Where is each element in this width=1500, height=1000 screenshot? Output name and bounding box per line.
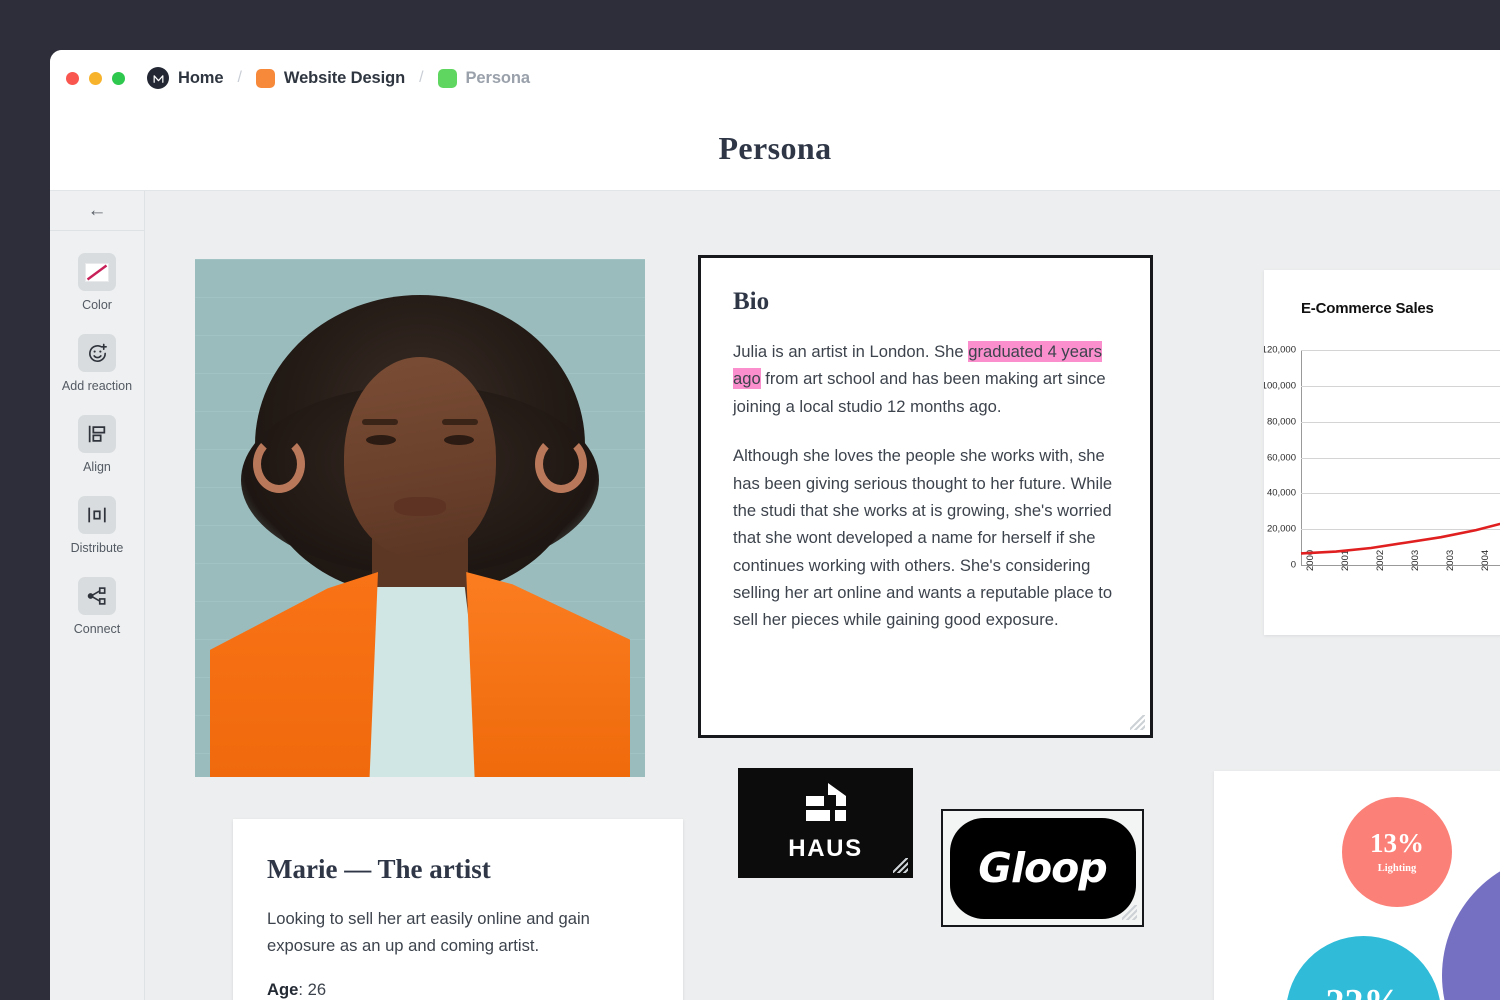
chart-gridline xyxy=(1301,565,1500,566)
color-swatch-icon xyxy=(78,253,116,291)
align-icon xyxy=(78,415,116,453)
breadcrumb-swatch-green xyxy=(437,68,457,88)
emoji-plus-icon xyxy=(78,334,116,372)
persona-photo-card[interactable] xyxy=(195,259,645,777)
resize-handle[interactable] xyxy=(893,858,908,873)
sidebar-tool-add-reaction[interactable]: Add reaction xyxy=(50,334,144,393)
bubble-bedding-percent: 22% xyxy=(1326,984,1402,1000)
breadcrumb-separator: / xyxy=(419,69,424,86)
portrait-earring-left xyxy=(253,435,305,493)
portrait-brow-left xyxy=(362,419,398,425)
bubble-lighting: 13% Lighting xyxy=(1342,797,1452,907)
breadcrumb-item-home[interactable]: Home xyxy=(147,67,224,89)
chart-y-tick-label: 60,000 xyxy=(1266,452,1296,463)
chart-title: E-Commerce Sales xyxy=(1301,300,1434,317)
breadcrumb-item-website-design[interactable]: Website Design xyxy=(255,68,406,88)
back-arrow-icon: ← xyxy=(87,200,107,221)
bio-heading: Bio xyxy=(733,288,770,315)
breadcrumb-label-website-design: Website Design xyxy=(283,68,406,87)
chart-y-tick-label: 100,000 xyxy=(1264,380,1296,392)
portrait-brow-right xyxy=(442,419,478,425)
breadcrumb-swatch-orange xyxy=(255,68,275,88)
bio-paragraph-2: Although she loves the people she works … xyxy=(733,446,1113,630)
bio-card[interactable]: Bio Julia is an artist in London. She gr… xyxy=(698,255,1153,738)
app-window: Home / Website Design / Persona Persona … xyxy=(50,50,1500,1000)
breadcrumb: Home / Website Design / Persona xyxy=(147,67,530,89)
gloop-wordmark: Gloop xyxy=(978,844,1107,892)
marie-title: Marie — The artist xyxy=(267,854,491,884)
traffic-light-buttons xyxy=(66,71,125,85)
page-title: Persona xyxy=(718,129,832,166)
gloop-logo-shape: Gloop xyxy=(949,817,1136,919)
portrait-lips xyxy=(394,497,446,516)
resize-handle[interactable] xyxy=(1130,715,1145,730)
marie-fact-age-label: Age xyxy=(267,979,299,999)
bio-paragraph-1: Julia is an artist in London. She gradua… xyxy=(733,338,1118,420)
haus-logo-card[interactable]: HAUS xyxy=(738,768,913,878)
page-title-bar: Persona xyxy=(50,106,1500,190)
sidebar-tool-label-distribute: Distribute xyxy=(70,541,124,555)
haus-wordmark: HAUS xyxy=(788,835,863,862)
popular-categories-infographic-card[interactable]: 6 Ar 13% Lighting 22% Bedding The 3 most… xyxy=(1214,771,1500,1000)
close-window-button[interactable] xyxy=(66,71,79,85)
chart-y-tick-label: 40,000 xyxy=(1266,487,1296,499)
breadcrumb-label-home: Home xyxy=(178,68,224,87)
chart-plot-area: 0 20,000 40,000 60,000 80,000 100,000 120,000 … xyxy=(1264,345,1500,571)
gloop-logo-card[interactable]: Gloop xyxy=(941,809,1144,927)
chart-series-line xyxy=(1300,522,1500,555)
distribute-icon xyxy=(78,496,116,534)
marie-persona-card[interactable]: Marie — The artist Looking to sell her a… xyxy=(233,819,683,1000)
portrait-earring-right xyxy=(535,435,587,493)
bubble-lighting-percent: 13% xyxy=(1370,828,1424,858)
breadcrumb-label-persona: Persona xyxy=(465,68,531,87)
portrait-face xyxy=(344,357,496,557)
resize-handle[interactable] xyxy=(1122,905,1137,920)
milanote-logo-icon xyxy=(147,67,169,89)
chart-y-tick-label: 0 xyxy=(1290,559,1296,571)
workspace: ← Color Add reaction Align Distribute Co… xyxy=(50,190,1500,1000)
bubble-bedding: 22% Bedding xyxy=(1286,936,1441,1000)
marie-summary: Looking to sell her art easily online an… xyxy=(267,909,590,956)
marie-fact-age: Age: 26 xyxy=(267,979,327,999)
breadcrumb-separator: / xyxy=(237,69,242,86)
chart-y-tick-label: 80,000 xyxy=(1266,416,1296,428)
sidebar-tool-connect[interactable]: Connect xyxy=(50,577,144,636)
back-button[interactable]: ← xyxy=(50,191,144,231)
maximize-window-button[interactable] xyxy=(112,71,125,85)
sidebar-tool-label-connect: Connect xyxy=(73,622,121,636)
portrait-eye-right xyxy=(444,435,474,445)
sidebar-tool-align[interactable]: Align xyxy=(50,415,144,474)
sidebar-tool-label-align: Align xyxy=(83,460,111,474)
marie-fact-age-value: 26 xyxy=(307,979,327,999)
breadcrumb-item-persona[interactable]: Persona xyxy=(437,68,531,88)
sidebar-tool-label-color: Color xyxy=(82,298,112,312)
ecommerce-sales-chart-card[interactable]: E-Commerce Sales 0 20,000 40,000 60,000 80,0… xyxy=(1264,270,1500,635)
portrait-eye-left xyxy=(366,435,396,445)
connect-nodes-icon xyxy=(78,577,116,615)
house-mark-icon xyxy=(804,783,848,828)
minimize-window-button[interactable] xyxy=(89,71,102,85)
sidebar-tool-distribute[interactable]: Distribute xyxy=(50,496,144,555)
tool-sidebar: ← Color Add reaction Align Distribute Co… xyxy=(50,191,145,1000)
bio-p1-pre: Julia is an artist in London. She xyxy=(733,342,969,361)
title-bar: Home / Website Design / Persona xyxy=(50,50,1500,106)
bubble-art: 6 Ar xyxy=(1442,853,1500,1000)
chart-y-tick-label: 20,000 xyxy=(1266,523,1296,535)
bio-p1-post: from art school and has been making art … xyxy=(733,369,1106,416)
bubble-lighting-label: Lighting xyxy=(1377,863,1417,874)
board-canvas[interactable]: Bio Julia is an artist in London. She gr… xyxy=(145,191,1500,1000)
sidebar-tool-color[interactable]: Color xyxy=(50,253,144,312)
chart-y-tick-label: 120,000 xyxy=(1264,344,1296,356)
sidebar-tool-label-add-reaction: Add reaction xyxy=(61,379,133,393)
